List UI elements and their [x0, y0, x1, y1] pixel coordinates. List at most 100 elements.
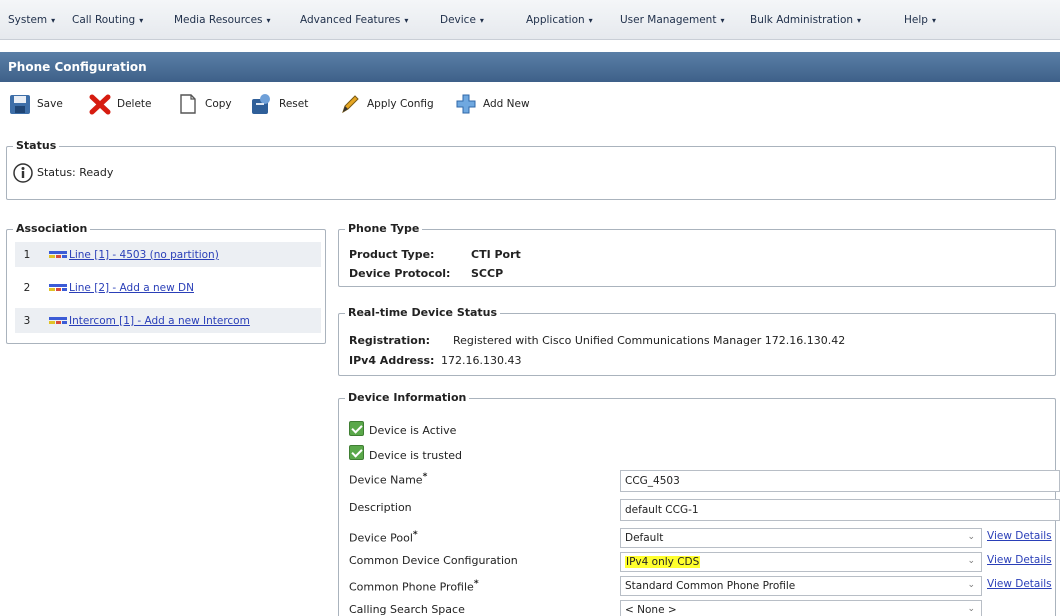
save-label: Save [37, 98, 63, 110]
common-phone-profile-select[interactable]: Standard Common Phone Profile ⌄ [620, 576, 982, 596]
chevron-down-icon: ▾ [404, 16, 409, 25]
status-legend: Status [13, 139, 60, 152]
item-number: 3 [23, 314, 31, 327]
common-device-configuration-select[interactable]: IPv4 only CDS ⌄ [620, 552, 982, 572]
pencil-icon [338, 92, 362, 116]
menu-label: Application [526, 14, 585, 26]
device-active-checkbox[interactable] [349, 421, 364, 436]
phone-line-icon [49, 316, 67, 326]
ipv4-address-label: IPv4 Address: [349, 354, 435, 367]
chevron-down-icon: ⌄ [967, 556, 975, 566]
list-item: 1 Line [1] - 4503 (no partition) [15, 242, 321, 267]
menu-advanced-features[interactable]: Advanced Features ▾ [300, 14, 408, 26]
menu-label: Media Resources [174, 14, 263, 26]
required-marker: * [473, 578, 479, 589]
association-link-intercom-1[interactable]: Intercom [1] - Add a new Intercom [69, 315, 250, 327]
save-button[interactable]: Save [8, 91, 63, 117]
menu-label: Help [904, 14, 928, 26]
reset-label: Reset [279, 98, 309, 110]
menu-label: Bulk Administration [750, 14, 854, 26]
chevron-down-icon: ⌄ [967, 580, 975, 590]
menu-label: Call Routing [72, 14, 136, 26]
menu-device[interactable]: Device ▾ [440, 14, 484, 26]
reset-button[interactable]: Reset [250, 91, 308, 117]
calling-search-space-select[interactable]: < None > ⌄ [620, 600, 982, 616]
realtime-status-section: Real-time Device Status Registration: Re… [338, 306, 1056, 376]
device-active-label: Device is Active [369, 424, 457, 437]
device-name-label: Device Name* [349, 471, 427, 487]
common-phone-profile-value: Standard Common Phone Profile [625, 580, 796, 592]
delete-label: Delete [117, 98, 152, 110]
reset-icon [250, 92, 274, 116]
phone-type-section: Phone Type Product Type: CTI Port Device… [338, 222, 1056, 287]
association-legend: Association [13, 222, 91, 235]
common-phone-profile-label-text: Common Phone Profile [349, 580, 474, 594]
ipv4-address-value: 172.16.130.43 [441, 354, 522, 367]
realtime-status-legend: Real-time Device Status [345, 306, 501, 319]
chevron-down-icon: ▾ [588, 16, 593, 25]
association-section: Association 1 Line [1] - 4503 (no partit… [6, 222, 326, 344]
delete-button[interactable]: Delete [88, 91, 152, 117]
copy-label: Copy [205, 98, 232, 110]
device-trusted-checkbox[interactable] [349, 445, 364, 460]
chevron-down-icon: ▾ [720, 16, 725, 25]
copy-button[interactable]: Copy [176, 91, 232, 117]
chevron-down-icon: ▾ [479, 16, 484, 25]
device-trusted-label: Device is trusted [369, 449, 463, 462]
apply-config-button[interactable]: Apply Config [338, 91, 434, 117]
device-pool-value: Default [625, 532, 664, 544]
device-information-section: Device Information Device is Active Devi… [338, 391, 1060, 616]
view-details-link-common-device-config[interactable]: View Details [987, 554, 1052, 566]
device-name-input[interactable]: CCG_4503 [620, 470, 1060, 492]
chevron-down-icon: ▾ [51, 16, 56, 25]
description-label: Description [349, 501, 412, 514]
association-link-line-1[interactable]: Line [1] - 4503 (no partition) [69, 249, 219, 261]
view-details-link-device-pool[interactable]: View Details [987, 530, 1052, 542]
device-information-legend: Device Information [345, 391, 470, 404]
menu-label: System [8, 14, 48, 26]
item-number: 1 [23, 248, 31, 261]
chevron-down-icon: ⌄ [967, 532, 975, 542]
copy-icon [176, 92, 200, 116]
add-new-button[interactable]: Add New [454, 91, 530, 117]
top-menu-bar: System ▾ Call Routing ▾ Media Resources ▾ A… [0, 0, 1060, 40]
menu-help[interactable]: Help ▾ [904, 14, 936, 26]
device-name-label-text: Device Name [349, 473, 423, 487]
description-input[interactable]: default CCG-1 [620, 499, 1060, 521]
status-section: Status Status: Ready [6, 139, 1056, 200]
menu-bulk-administration[interactable]: Bulk Administration ▾ [750, 14, 861, 26]
association-link-line-2[interactable]: Line [2] - Add a new DN [69, 282, 194, 294]
registration-label: Registration: [349, 334, 431, 347]
menu-user-management[interactable]: User Management ▾ [620, 14, 724, 26]
delete-icon [88, 92, 112, 116]
menu-call-routing[interactable]: Call Routing ▾ [72, 14, 143, 26]
list-item: 3 Intercom [1] - Add a new Intercom [15, 308, 321, 333]
device-protocol-value: SCCP [471, 267, 504, 280]
device-pool-label: Device Pool* [349, 529, 418, 545]
menu-application[interactable]: Application ▾ [526, 14, 593, 26]
chevron-down-icon: ▾ [931, 16, 936, 25]
phone-line-icon [49, 250, 67, 260]
item-number: 2 [23, 281, 31, 294]
common-phone-profile-label: Common Phone Profile* [349, 578, 479, 594]
menu-system[interactable]: System ▾ [8, 14, 55, 26]
device-pool-select[interactable]: Default ⌄ [620, 528, 982, 548]
menu-label: User Management [620, 14, 717, 26]
phone-type-legend: Phone Type [345, 222, 423, 235]
menu-label: Device [440, 14, 476, 26]
apply-config-label: Apply Config [367, 98, 434, 110]
calling-search-space-value: < None > [625, 604, 677, 616]
chevron-down-icon: ⌄ [967, 604, 975, 614]
chevron-down-icon: ▾ [139, 16, 144, 25]
menu-label: Advanced Features [300, 14, 401, 26]
chevron-down-icon: ▾ [266, 16, 271, 25]
calling-search-space-label: Calling Search Space [349, 603, 465, 616]
required-marker: * [412, 529, 418, 540]
common-device-configuration-label: Common Device Configuration [349, 554, 518, 567]
view-details-link-common-phone-profile[interactable]: View Details [987, 578, 1052, 590]
menu-media-resources[interactable]: Media Resources ▾ [174, 14, 271, 26]
chevron-down-icon: ▾ [857, 16, 862, 25]
device-pool-label-text: Device Pool [349, 531, 413, 545]
common-device-configuration-value: IPv4 only CDS [625, 556, 701, 568]
page-title: Phone Configuration [0, 52, 1060, 82]
